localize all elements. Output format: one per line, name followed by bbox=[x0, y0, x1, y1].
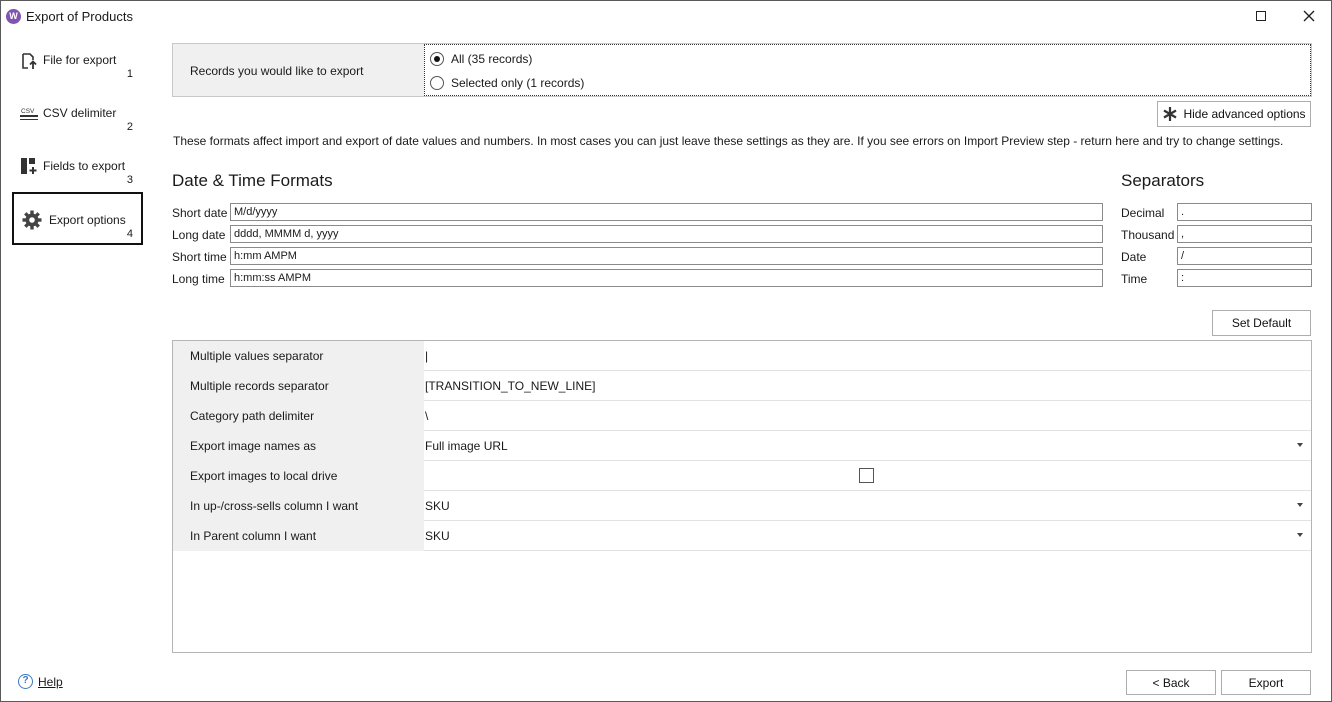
close-icon bbox=[1303, 10, 1315, 22]
records-selection: Records you would like to export All (35… bbox=[172, 43, 1312, 97]
grid-value[interactable]: | bbox=[425, 341, 428, 371]
radio-label: Selected only (1 records) bbox=[451, 76, 585, 90]
separators-section-title: Separators bbox=[1121, 171, 1205, 190]
grid-row[interactable]: In up-/cross-sells column I want SKU bbox=[173, 491, 1311, 521]
dropdown-arrow-icon[interactable] bbox=[1297, 503, 1303, 507]
radio-button[interactable] bbox=[430, 52, 444, 66]
grid-key: In up-/cross-sells column I want bbox=[173, 491, 424, 521]
step-number: 4 bbox=[126, 228, 133, 240]
options-grid: Multiple values separator | Multiple rec… bbox=[172, 340, 1312, 653]
radio-label: All (35 records) bbox=[451, 52, 533, 66]
window-title: Export of Products bbox=[26, 9, 133, 24]
hide-advanced-options-button[interactable]: Hide advanced options bbox=[1157, 101, 1311, 127]
grid-key: Category path delimiter bbox=[173, 401, 424, 431]
grid-value[interactable]: SKU bbox=[425, 521, 450, 551]
export-window: W Export of Products File for export 1 C… bbox=[0, 0, 1332, 702]
thousand-input[interactable]: , bbox=[1177, 225, 1312, 243]
grid-row[interactable]: Export image names as Full image URL bbox=[173, 431, 1311, 461]
set-default-button[interactable]: Set Default bbox=[1212, 310, 1311, 336]
short-date-label: Short date bbox=[172, 206, 228, 220]
grid-key: Multiple values separator bbox=[173, 341, 424, 371]
grid-row[interactable]: Multiple values separator | bbox=[173, 341, 1311, 371]
grid-value[interactable]: [TRANSITION_TO_NEW_LINE] bbox=[425, 371, 595, 401]
grid-key: In Parent column I want bbox=[173, 521, 424, 551]
sidebar-item-label: Fields to export bbox=[43, 159, 126, 173]
maximize-button[interactable] bbox=[1243, 5, 1279, 27]
date-separator-input[interactable]: / bbox=[1177, 247, 1312, 265]
app-logo-icon: W bbox=[6, 9, 21, 24]
radio-button[interactable] bbox=[430, 76, 444, 90]
asterisk-icon bbox=[1163, 107, 1178, 121]
gear-icon bbox=[22, 210, 42, 230]
grid-row[interactable]: Export images to local drive bbox=[173, 461, 1311, 491]
date-separator-label: Date bbox=[1121, 250, 1147, 264]
sidebar-item-file-for-export[interactable]: File for export 1 bbox=[12, 42, 143, 95]
radio-all-records[interactable]: All (35 records) bbox=[430, 52, 532, 66]
grid-value[interactable]: Full image URL bbox=[425, 431, 508, 461]
export-images-checkbox[interactable] bbox=[859, 468, 874, 483]
grid-key: Export image names as bbox=[173, 431, 424, 461]
short-time-label: Short time bbox=[172, 250, 227, 264]
grid-value[interactable]: \ bbox=[425, 401, 428, 431]
dropdown-arrow-icon[interactable] bbox=[1297, 443, 1303, 447]
date-time-section-title: Date & Time Formats bbox=[172, 171, 333, 190]
time-separator-label: Time bbox=[1121, 272, 1148, 286]
long-time-label: Long time bbox=[172, 272, 225, 286]
grid-row[interactable]: Multiple records separator [TRANSITION_T… bbox=[173, 371, 1311, 401]
grid-value[interactable]: SKU bbox=[425, 491, 450, 521]
grid-key: Export images to local drive bbox=[173, 461, 424, 491]
sidebar-item-export-options[interactable]: Export options 4 bbox=[12, 192, 143, 245]
help-label: Help bbox=[38, 674, 63, 689]
step-number: 2 bbox=[126, 121, 133, 133]
step-number: 3 bbox=[126, 174, 133, 186]
export-button[interactable]: Export bbox=[1221, 670, 1311, 695]
file-upload-icon bbox=[22, 53, 37, 69]
decimal-input[interactable]: . bbox=[1177, 203, 1312, 221]
add-fields-icon bbox=[21, 158, 37, 174]
long-date-label: Long date bbox=[172, 228, 226, 242]
records-label: Records you would like to export bbox=[190, 64, 364, 78]
csv-icon: CSV bbox=[20, 108, 38, 120]
back-button[interactable]: < Back bbox=[1126, 670, 1216, 695]
records-radio-group: All (35 records) Selected only (1 record… bbox=[424, 44, 1311, 96]
grid-row[interactable]: In Parent column I want SKU bbox=[173, 521, 1311, 551]
grid-key: Multiple records separator bbox=[173, 371, 424, 401]
decimal-label: Decimal bbox=[1121, 206, 1165, 220]
thousand-label: Thousand bbox=[1121, 228, 1175, 242]
dropdown-arrow-icon[interactable] bbox=[1297, 533, 1303, 537]
short-time-input[interactable]: h:mm AMPM bbox=[230, 247, 1103, 265]
maximize-icon bbox=[1256, 11, 1266, 21]
svg-text:CSV: CSV bbox=[21, 108, 35, 115]
help-icon: ? bbox=[18, 674, 33, 689]
time-separator-input[interactable]: : bbox=[1177, 269, 1312, 287]
info-text: These formats affect import and export o… bbox=[173, 134, 1284, 148]
short-date-input[interactable]: M/d/yyyy bbox=[230, 203, 1103, 221]
radio-selected-only[interactable]: Selected only (1 records) bbox=[430, 76, 584, 90]
title-bar: W Export of Products bbox=[1, 1, 1331, 31]
grid-row[interactable]: Category path delimiter \ bbox=[173, 401, 1311, 431]
step-number: 1 bbox=[126, 68, 133, 80]
long-time-input[interactable]: h:mm:ss AMPM bbox=[230, 269, 1103, 287]
sidebar-item-label: File for export bbox=[43, 53, 117, 67]
long-date-input[interactable]: dddd, MMMM d, yyyy bbox=[230, 225, 1103, 243]
close-button[interactable] bbox=[1291, 5, 1327, 27]
button-label: Hide advanced options bbox=[1183, 107, 1306, 121]
sidebar-item-label: Export options bbox=[49, 213, 126, 227]
sidebar-item-csv-delimiter[interactable]: CSV CSV delimiter 2 bbox=[12, 95, 143, 148]
sidebar-item-label: CSV delimiter bbox=[43, 106, 117, 120]
help-link[interactable]: ? Help bbox=[18, 674, 63, 689]
